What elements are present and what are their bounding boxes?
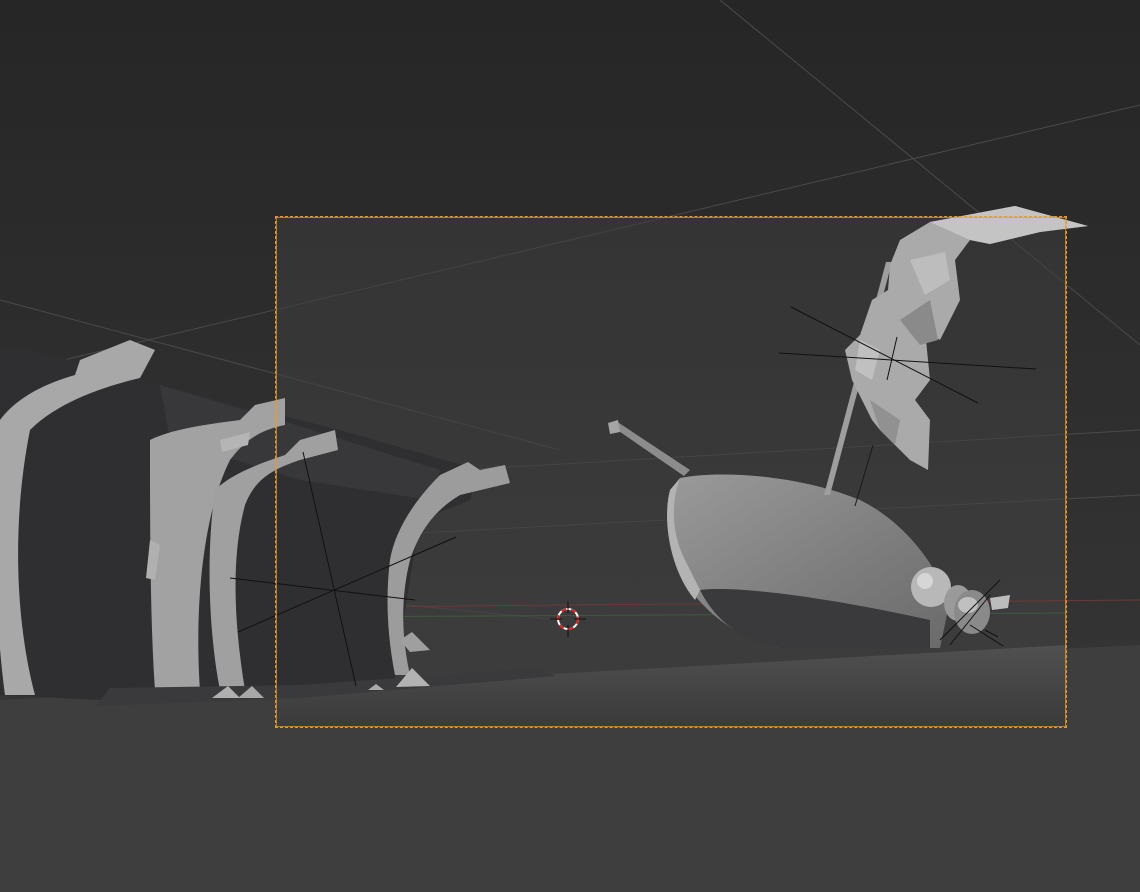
viewport-canvas[interactable]: [0, 0, 1140, 892]
3d-viewport[interactable]: [0, 0, 1140, 892]
